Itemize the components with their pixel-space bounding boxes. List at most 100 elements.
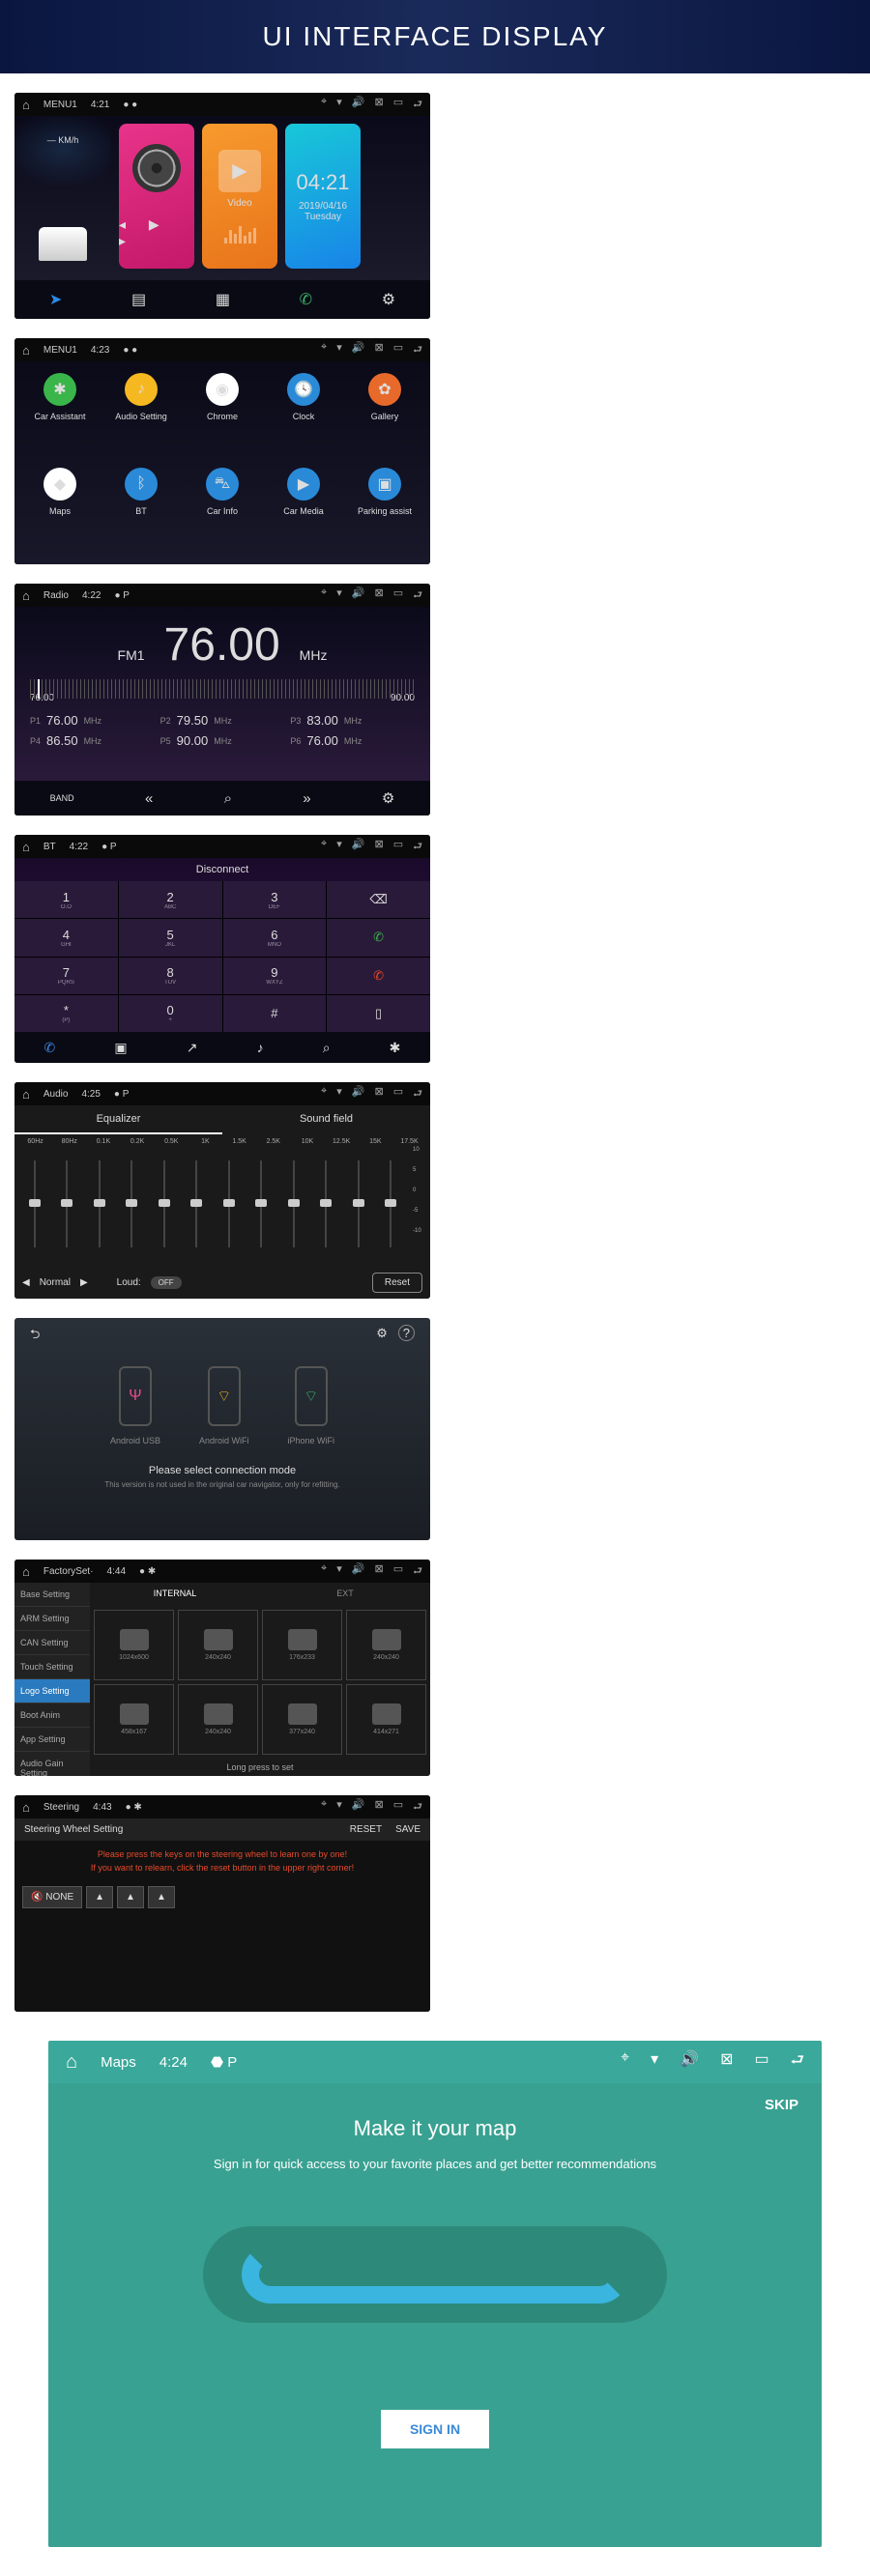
back-icon[interactable]: ⮐ [413, 1085, 422, 1103]
recent-icon[interactable]: ▭ [393, 1085, 403, 1103]
volume-icon[interactable]: 🔊 [352, 96, 365, 114]
tab-internal[interactable]: INTERNAL [90, 1583, 260, 1606]
sidebar-item-base-setting[interactable]: Base Setting [14, 1583, 90, 1607]
music-controls[interactable]: ◂ ▶ ▸ [119, 216, 194, 249]
save-button[interactable]: SAVE [395, 1824, 420, 1835]
loud-toggle[interactable]: OFF [151, 1276, 182, 1289]
reset-button[interactable]: Reset [372, 1273, 422, 1293]
mirror-mode-android-usb[interactable]: ΨAndroid USB [110, 1366, 160, 1445]
disconnect-label[interactable]: Disconnect [14, 858, 430, 881]
dock-radio-icon[interactable]: ▤ [131, 290, 146, 309]
preset-p5[interactable]: P590.00MHz [160, 733, 285, 748]
bt-dock-icon-1[interactable]: ▣ [114, 1040, 127, 1056]
home-icon[interactable]: ⌂ [22, 343, 30, 358]
keypad-▯[interactable]: ▯ [327, 995, 430, 1032]
eq-slider[interactable] [375, 1147, 408, 1260]
app-clock[interactable]: 🕓Clock [268, 373, 339, 458]
seek-prev-icon[interactable]: « [145, 790, 153, 807]
keypad-✆[interactable]: ✆ [327, 958, 430, 994]
search-icon[interactable]: ⌕ [224, 790, 232, 807]
app-chrome[interactable]: ◉Chrome [187, 373, 258, 458]
recent-icon[interactable]: ▭ [393, 96, 403, 114]
home-icon[interactable]: ⌂ [22, 588, 30, 603]
back-icon[interactable]: ⮐ [413, 341, 422, 359]
settings-icon[interactable]: ⚙ [382, 789, 394, 807]
logo-option[interactable]: 240x240 [178, 1684, 258, 1755]
app-parking-assist[interactable]: ▣Parking assist [349, 468, 420, 553]
preset-p6[interactable]: P676.00MHz [290, 733, 415, 748]
sidebar-item-audio-gain-setting[interactable]: Audio Gain Setting [14, 1752, 90, 1776]
app-audio-setting[interactable]: ♪Audio Setting [105, 373, 177, 458]
bt-dock-icon-4[interactable]: ⌕ [323, 1040, 331, 1056]
home-icon[interactable]: ⌂ [22, 840, 30, 854]
dock-settings-icon[interactable]: ⚙ [382, 290, 395, 309]
volume-icon[interactable]: 🔊 [352, 838, 365, 856]
eq-slider[interactable] [213, 1147, 246, 1260]
bt-dock-icon-2[interactable]: ↗ [187, 1040, 198, 1056]
back-icon[interactable]: ⮐ [413, 587, 422, 605]
volume-icon[interactable]: 🔊 [352, 1798, 365, 1817]
volume-icon[interactable]: 🔊 [352, 1085, 365, 1103]
tab-sound-field[interactable]: Sound field [222, 1105, 430, 1134]
home-icon[interactable]: ⌂ [22, 98, 30, 112]
app-bt[interactable]: ᛒBT [105, 468, 177, 553]
keypad-#[interactable]: # [223, 995, 327, 1032]
sidebar-item-arm-setting[interactable]: ARM Setting [14, 1607, 90, 1631]
app-car-media[interactable]: ▶Car Media [268, 468, 339, 553]
logo-option[interactable]: 414x271 [346, 1684, 426, 1755]
keypad-6[interactable]: 6MNO [223, 919, 327, 956]
close-icon[interactable]: ⊠ [374, 587, 383, 605]
mirror-mode-iphone-wifi[interactable]: ⌔iPhone WiFi [288, 1366, 335, 1445]
steering-button-0[interactable]: 🔇 NONE [22, 1886, 82, 1908]
keypad-✆[interactable]: ✆ [327, 919, 430, 956]
preset-p1[interactable]: P176.00MHz [30, 713, 155, 728]
bt-dock-icon-3[interactable]: ♪ [257, 1040, 264, 1055]
logo-option[interactable]: 1024x600 [94, 1610, 174, 1680]
eq-slider[interactable] [51, 1147, 84, 1260]
music-card[interactable]: ◂ ▶ ▸ [119, 124, 194, 269]
volume-icon[interactable]: 🔊 [352, 587, 365, 605]
logo-option[interactable]: 240x240 [178, 1610, 258, 1680]
keypad-1[interactable]: 1O.O [14, 881, 118, 918]
close-icon[interactable]: ⊠ [374, 96, 383, 114]
close-icon[interactable]: ⊠ [374, 341, 383, 359]
app-gallery[interactable]: ✿Gallery [349, 373, 420, 458]
keypad-3[interactable]: 3DEF [223, 881, 327, 918]
back-icon[interactable]: ⮐ [791, 2049, 804, 2075]
volume-icon[interactable]: 🔊 [680, 2049, 699, 2075]
seek-next-icon[interactable]: » [303, 790, 310, 807]
keypad-7[interactable]: 7PQRS [14, 958, 118, 994]
time-card[interactable]: 04:21 2019/04/16 Tuesday [285, 124, 361, 269]
dock-apps-icon[interactable]: ▦ [216, 290, 230, 309]
tab-equalizer[interactable]: Equalizer [14, 1105, 222, 1134]
close-icon[interactable]: ⊠ [374, 1085, 383, 1103]
close-icon[interactable]: ⊠ [374, 838, 383, 856]
recent-icon[interactable]: ▭ [754, 2049, 768, 2075]
recent-icon[interactable]: ▭ [393, 838, 403, 856]
steering-button-2[interactable]: ▲ [117, 1886, 144, 1908]
sidebar-item-touch-setting[interactable]: Touch Setting [14, 1655, 90, 1679]
keypad-9[interactable]: 9WXYZ [223, 958, 327, 994]
eq-slider[interactable] [246, 1147, 278, 1260]
keypad-2[interactable]: 2ABC [119, 881, 222, 918]
volume-icon[interactable]: 🔊 [352, 341, 365, 359]
bt-dock-icon-0[interactable]: ✆ [44, 1040, 56, 1056]
back-icon[interactable]: ⮐ [413, 838, 422, 856]
eq-slider[interactable] [148, 1147, 181, 1260]
sidebar-item-app-setting[interactable]: App Setting [14, 1728, 90, 1752]
home-icon[interactable]: ⌂ [22, 1087, 30, 1102]
keypad-⌫[interactable]: ⌫ [327, 881, 430, 918]
tab-ext[interactable]: EXT [260, 1583, 430, 1606]
back-icon[interactable]: ⮐ [413, 1798, 422, 1817]
preset-p4[interactable]: P486.50MHz [30, 733, 155, 748]
close-icon[interactable]: ⊠ [374, 1562, 383, 1581]
dock-nav-icon[interactable]: ➤ [49, 290, 62, 309]
recent-icon[interactable]: ▭ [393, 587, 403, 605]
eq-slider[interactable] [310, 1147, 343, 1260]
prev-preset-icon[interactable]: ◀ [22, 1277, 30, 1288]
home-icon[interactable]: ⌂ [66, 2051, 77, 2074]
preset-p3[interactable]: P383.00MHz [290, 713, 415, 728]
recent-icon[interactable]: ▭ [393, 1562, 403, 1581]
eq-slider[interactable] [18, 1147, 51, 1260]
eq-slider[interactable] [277, 1147, 310, 1260]
